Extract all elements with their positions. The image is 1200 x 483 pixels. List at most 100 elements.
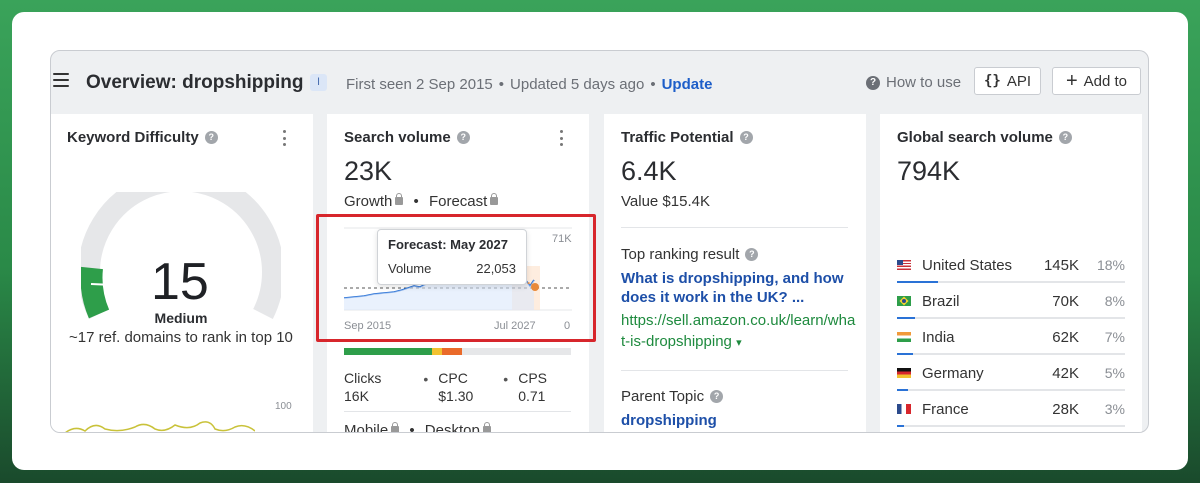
api-button[interactable]: {} API: [974, 67, 1041, 95]
keyword-difficulty-card: Keyword Difficulty ? 15 Medium ~17 ref. …: [51, 114, 313, 432]
traffic-potential-value: 6.4K: [621, 156, 677, 186]
overview-header: Overview: dropshipping I First seen 2 Se…: [51, 51, 1148, 113]
country-share: 3%: [1104, 401, 1125, 417]
plus-icon: +: [1065, 70, 1078, 92]
india-flag-icon: [897, 332, 911, 342]
how-to-use-link[interactable]: ? How to use: [866, 74, 961, 91]
question-icon[interactable]: ?: [1058, 131, 1072, 144]
chevron-down-icon[interactable]: ▾: [736, 337, 742, 349]
desktop-label: Desktop: [424, 422, 480, 433]
country-share: 8%: [1104, 293, 1125, 309]
intent-bar: [344, 348, 571, 355]
gv-title: Global search volume ?: [897, 129, 1072, 146]
header-meta: First seen 2 Sep 2015 • Updated 5 days ago…: [346, 76, 713, 93]
question-icon[interactable]: ?: [204, 131, 218, 144]
question-icon[interactable]: ?: [745, 248, 759, 261]
difficulty-score: 15: [151, 253, 209, 311]
country-row[interactable]: Brazil 70K 8%: [897, 283, 1125, 319]
country-volume: 145K: [1043, 256, 1079, 274]
sv-title-text: Search volume: [344, 129, 451, 146]
first-seen-text: First seen 2 Sep 2015: [346, 76, 493, 93]
kd-title-text: Keyword Difficulty: [67, 129, 199, 146]
gauge-fill: [81, 266, 110, 319]
lock-icon: [395, 193, 404, 205]
growth-label[interactable]: Growth: [344, 193, 392, 210]
country-row[interactable]: India 62K 7%: [897, 319, 1125, 355]
divider: [621, 370, 848, 371]
share-bar: [897, 425, 904, 427]
gv-title-text: Global search volume: [897, 129, 1053, 146]
question-icon: ?: [866, 75, 880, 90]
us-flag-icon: [897, 260, 911, 270]
add-to-button[interactable]: + Add to: [1052, 67, 1141, 95]
lock-icon: [482, 422, 491, 432]
country-name: Brazil: [922, 292, 960, 310]
lock-icon: [391, 422, 400, 432]
germany-flag-icon: [897, 368, 911, 378]
search-volume-value: 23K: [344, 156, 393, 186]
updated-text: Updated 5 days ago: [510, 76, 645, 93]
country-volume: 28K: [1052, 400, 1079, 418]
cpc-value: $1.30: [438, 388, 474, 404]
top-ranking-label-text: Top ranking result: [621, 246, 740, 263]
top-ranking-title-link[interactable]: What is dropshipping, and how does it wo…: [621, 269, 856, 307]
difficulty-level: Medium: [154, 310, 208, 326]
brazil-flag-icon: [897, 296, 911, 306]
question-icon[interactable]: ?: [456, 131, 470, 144]
search-volume-card: Search volume ? 23K Growth • Forecast 71…: [316, 114, 596, 433]
overview-panel: Overview: dropshipping I First seen 2 Se…: [50, 50, 1149, 433]
divider: [344, 411, 571, 412]
france-flag-icon: [897, 404, 911, 414]
traffic-stats: Clicks 16K • CPC $1.30 • CPS 0.71: [344, 369, 547, 405]
top-ranking-label: Top ranking result ?: [621, 246, 759, 263]
parent-topic-link[interactable]: dropshipping: [621, 411, 856, 430]
question-icon[interactable]: ?: [739, 131, 753, 144]
divider: [621, 227, 848, 228]
country-name: France: [922, 400, 969, 418]
more-options-icon[interactable]: [560, 130, 564, 146]
highlight-annotation-box: [316, 214, 596, 342]
hamburger-icon[interactable]: [53, 73, 69, 87]
kd-title: Keyword Difficulty ?: [67, 129, 218, 146]
parent-topic-label: Parent Topic ?: [621, 388, 724, 405]
forecast-label[interactable]: Forecast: [429, 193, 487, 210]
add-to-label: Add to: [1083, 72, 1128, 90]
braces-icon: {}: [983, 73, 1001, 89]
country-volume: 42K: [1052, 364, 1079, 382]
intent-badge[interactable]: I: [310, 74, 327, 91]
more-options-icon[interactable]: [283, 130, 287, 146]
mobile-label: Mobile: [344, 422, 389, 433]
cps-stat: CPS 0.71: [518, 369, 547, 405]
growth-forecast-row: Growth • Forecast: [344, 193, 499, 210]
country-row[interactable]: France 28K 3%: [897, 391, 1125, 427]
parent-topic-label-text: Parent Topic: [621, 388, 705, 405]
screenshot-frame: Overview: dropshipping I First seen 2 Se…: [12, 12, 1188, 470]
cps-value: 0.71: [518, 388, 546, 404]
country-name: India: [922, 328, 955, 346]
how-to-use-label: How to use: [886, 74, 962, 91]
top-ranking-url-link[interactable]: https://sell.amazon.co.uk/learn/what-is-…: [621, 310, 856, 354]
question-icon[interactable]: ?: [710, 390, 724, 403]
country-row[interactable]: Germany 42K 5%: [897, 355, 1125, 391]
country-volume: 70K: [1052, 292, 1079, 310]
serp-axis-max: 100: [275, 401, 292, 412]
update-link[interactable]: Update: [662, 76, 713, 93]
global-volume-card: Global search volume ? 794K United State…: [880, 114, 1142, 432]
sv-title: Search volume ?: [344, 129, 470, 146]
page-title: Overview: dropshipping: [86, 72, 304, 93]
global-volume-value: 794K: [897, 156, 961, 186]
serp-history-sparkline: [65, 421, 255, 432]
cpc-label: CPC: [438, 370, 468, 386]
country-name: United States: [922, 256, 1013, 274]
tp-title: Traffic Potential ?: [621, 129, 753, 146]
difficulty-note: ~17 ref. domains to rank in top 10: [69, 329, 293, 346]
device-split-row: Mobile • Desktop: [344, 422, 491, 433]
country-row[interactable]: United States 145K 18%: [897, 247, 1125, 283]
cpc-stat: CPC $1.30: [438, 369, 473, 405]
traffic-potential-card: Traffic Potential ? 6.4K Value $15.4K To…: [604, 114, 866, 432]
country-share: 7%: [1104, 329, 1125, 345]
country-share: 5%: [1104, 365, 1125, 381]
clicks-stat: Clicks 16K: [344, 369, 381, 405]
cps-label: CPS: [518, 370, 547, 386]
traffic-value-text: Value $15.4K: [621, 193, 710, 210]
